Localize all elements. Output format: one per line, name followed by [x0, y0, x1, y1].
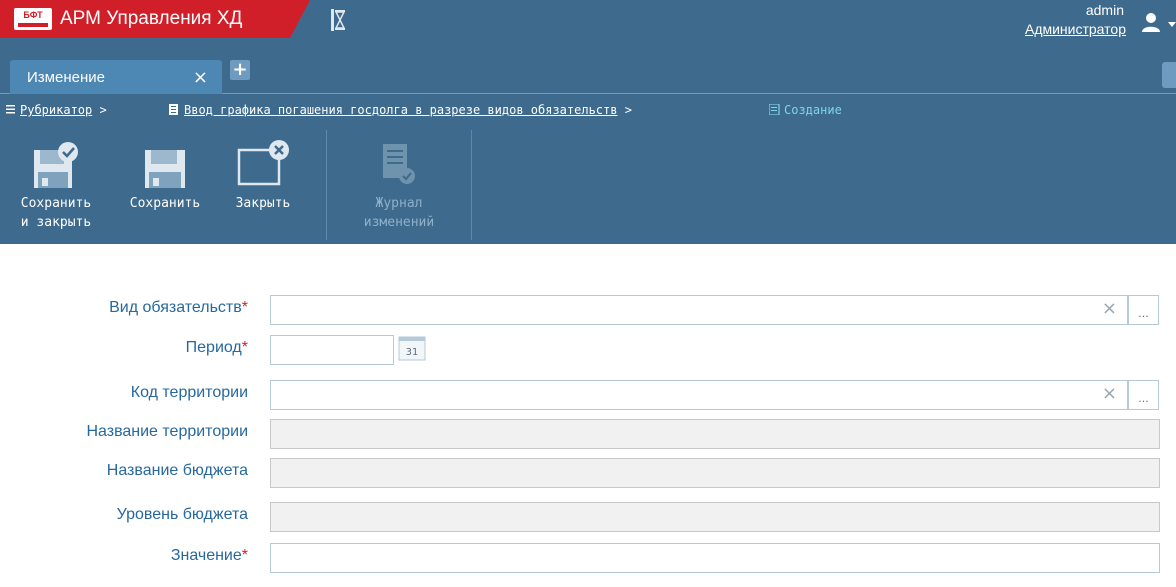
journal-icon [383, 144, 415, 184]
breadcrumb-link[interactable]: Ввод графика погашения госдолга в разрез… [184, 103, 617, 117]
required-mark: * [241, 547, 248, 564]
breadcrumb-item-rubricator[interactable]: Рубрикатор > [20, 103, 107, 117]
territory-code-field[interactable]: × [270, 380, 1128, 410]
user-menu[interactable]: admin Администратор [966, 2, 1176, 40]
row-value: Значение* [0, 540, 1176, 576]
obligation-type-label: Вид обязательств* [109, 299, 248, 317]
chevron-down-icon[interactable] [1168, 20, 1176, 28]
brand: БФТ АРМ Управления ХД [0, 0, 310, 38]
clear-icon[interactable]: × [1102, 385, 1117, 403]
save-label: Сохранить [129, 196, 201, 211]
journal-label-line2: изменений [363, 215, 435, 230]
bft-logo-icon: БФТ [14, 8, 52, 30]
close-button[interactable]: Закрыть [218, 124, 308, 244]
obligation-type-field[interactable]: × [270, 295, 1128, 325]
tab-edit[interactable]: Изменение × [10, 60, 222, 94]
save-icon [145, 150, 185, 188]
brand-logo-text: БФТ [23, 10, 43, 20]
tab-bar: Изменение × + [0, 56, 1176, 94]
toolbar-divider [326, 130, 327, 240]
menu-icon [6, 105, 15, 114]
hourglass-icon[interactable] [330, 8, 346, 32]
app-title: АРМ Управления ХД [60, 8, 243, 29]
territory-code-label: Код территории [130, 384, 248, 401]
save-and-close-label-line2: и закрыть [20, 215, 92, 230]
breadcrumb-item-current: Создание [784, 103, 842, 117]
obligation-type-picker-button[interactable]: ... [1128, 295, 1159, 325]
row-territory-name: Название территории [0, 416, 1176, 452]
save-button[interactable]: Сохранить [112, 124, 218, 244]
save-and-close-label: Сохранить и закрыть [0, 194, 112, 232]
window-close-icon [237, 140, 289, 186]
value-label: Значение* [171, 547, 248, 565]
toolbar: Сохранить и закрыть Сохранить Закрыть Жу… [0, 124, 1176, 244]
form-icon [769, 104, 780, 115]
budget-level-field [270, 502, 1160, 532]
add-tab-button[interactable]: + [230, 60, 250, 80]
user-name: admin [1085, 2, 1124, 18]
journal-label-line1: Журнал [375, 196, 423, 211]
period-label: Период* [186, 339, 248, 357]
journal-label: Журнал изменений [328, 194, 470, 232]
journal-button[interactable]: Журнал изменений [328, 124, 470, 244]
period-field[interactable] [270, 335, 394, 365]
budget-level-label: Уровень бюджета [116, 506, 248, 523]
required-mark: * [241, 299, 248, 316]
document-icon [169, 104, 178, 115]
tab-scroll-right-button[interactable] [1162, 62, 1176, 88]
breadcrumb-separator: > [99, 103, 107, 117]
calendar-icon[interactable]: 31 [398, 335, 426, 361]
save-check-icon [34, 142, 78, 188]
tab-label: Изменение [27, 69, 105, 86]
toolbar-divider [471, 130, 472, 240]
form: Вид обязательств* × ... Период* 31 Код т… [0, 244, 1176, 587]
save-and-close-button[interactable]: Сохранить и закрыть [0, 124, 112, 244]
value-field[interactable] [270, 543, 1160, 573]
breadcrumb-link[interactable]: Рубрикатор [20, 103, 92, 117]
territory-name-field [270, 419, 1160, 449]
user-icon[interactable] [1140, 11, 1162, 33]
close-icon[interactable]: × [193, 69, 208, 87]
row-obligation-type: Вид обязательств* × ... [0, 292, 1176, 328]
value-label-text: Значение [170, 547, 242, 564]
breadcrumb-item-schedule[interactable]: Ввод графика погашения госдолга в разрез… [184, 103, 632, 117]
budget-name-field [270, 458, 1160, 488]
required-mark: * [241, 339, 248, 356]
calendar-day: 31 [406, 347, 419, 358]
territory-code-picker-button[interactable]: ... [1128, 380, 1159, 410]
save-and-close-label-line1: Сохранить [20, 196, 92, 211]
obligation-type-label-text: Вид обязательств [109, 299, 242, 316]
close-label: Закрыть [235, 196, 291, 211]
user-role[interactable]: Администратор [1025, 21, 1126, 37]
row-budget-name: Название бюджета [0, 455, 1176, 491]
breadcrumb: Рубрикатор > Ввод графика погашения госд… [0, 94, 1176, 124]
row-budget-level: Уровень бюджета [0, 499, 1176, 535]
territory-name-label: Название территории [86, 423, 248, 440]
breadcrumb-separator: > [624, 103, 632, 117]
period-label-text: Период [185, 339, 242, 356]
row-territory-code: Код территории × ... [0, 377, 1176, 413]
top-bar: БФТ АРМ Управления ХД admin Администрато… [0, 0, 1176, 56]
budget-name-label: Название бюджета [106, 462, 248, 479]
row-period: Период* 31 [0, 332, 1176, 368]
clear-icon[interactable]: × [1102, 300, 1117, 318]
